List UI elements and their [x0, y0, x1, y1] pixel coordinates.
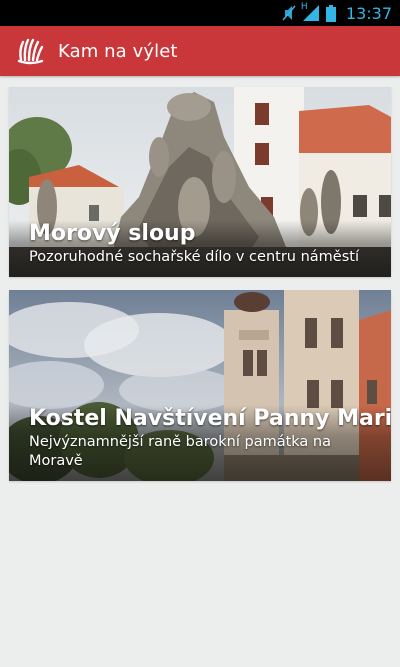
signal-icon: H: [300, 2, 320, 21]
card-caption: Kostel Navštívení Panny Marie Nejvýznamn…: [9, 405, 391, 481]
card-description: Nejvýznamnější raně barokní památka na M…: [29, 434, 331, 469]
network-type-label: H: [300, 2, 308, 12]
action-bar: Kam na výlet: [0, 26, 400, 76]
card-title: Morový sloup: [29, 221, 196, 246]
battery-icon: [325, 4, 336, 22]
mute-icon: [282, 5, 296, 21]
status-time: 13:37: [345, 3, 392, 23]
card-title: Kostel Navštívení Panny Marie: [29, 406, 391, 431]
app-logo-icon[interactable]: [14, 35, 46, 67]
card-caption: Morový sloup Pozoruhodné sochařské dílo …: [9, 220, 391, 277]
attraction-card-kostel[interactable]: Kostel Navštívení Panny Marie Nejvýznamn…: [9, 290, 391, 481]
attraction-card-morovy-sloup[interactable]: Morový sloup Pozoruhodné sochařské dílo …: [9, 87, 391, 277]
card-description: Pozoruhodné sochařské dílo v centru námě…: [29, 249, 359, 265]
app-title: Kam na výlet: [58, 40, 178, 62]
status-bar: H 13:37: [0, 0, 400, 26]
